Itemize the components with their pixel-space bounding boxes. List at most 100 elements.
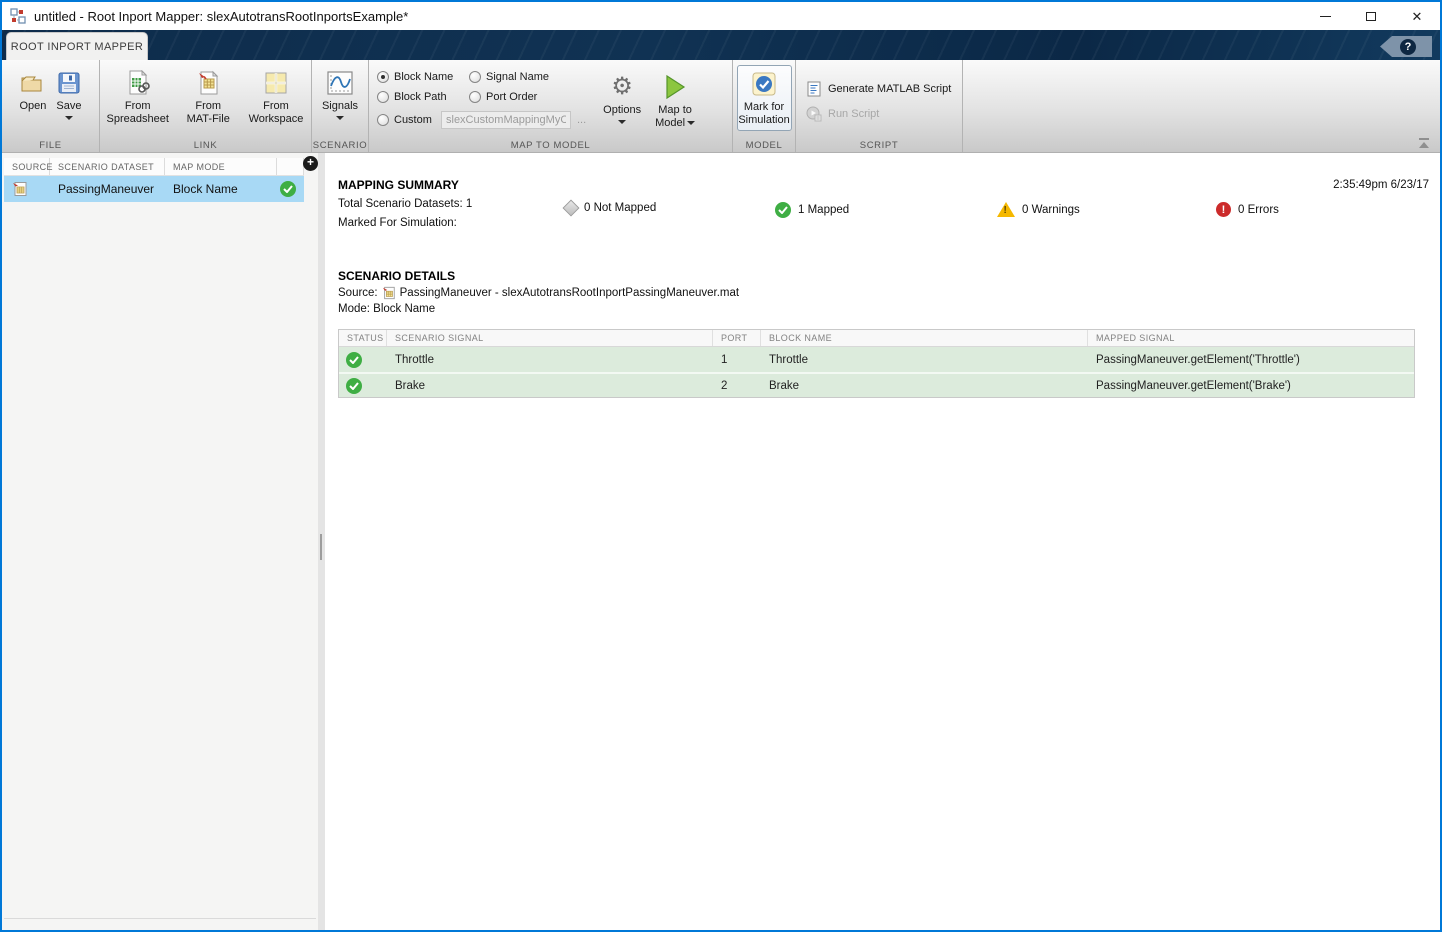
- error-circle-icon: !: [1216, 202, 1231, 217]
- mapped-check-icon: [775, 202, 791, 218]
- tab-root-inport-mapper[interactable]: ROOT INPORT MAPPER: [6, 32, 148, 60]
- run-script-button[interactable]: Run Script: [806, 106, 951, 122]
- mapped-count: 1 Mapped: [798, 204, 850, 216]
- splitter-handle: [320, 534, 322, 560]
- from-spreadsheet-label: From Spreadsheet: [106, 100, 169, 126]
- run-script-label: Run Script: [828, 108, 880, 120]
- ribbon-section-scenario: Signals SCENARIO: [311, 60, 368, 152]
- radio-signal-name[interactable]: Signal Name: [469, 71, 549, 83]
- row-mapped-cell: PassingManeuver.getElement('Brake'): [1096, 379, 1291, 392]
- generate-matlab-script-button[interactable]: Generate MATLAB Script: [806, 81, 951, 97]
- map-to-model-play-icon: [663, 73, 687, 101]
- source-label: Source:: [338, 287, 378, 299]
- section-label-script: SCRIPT: [859, 140, 899, 151]
- mat-file-icon: [196, 69, 220, 97]
- section-label-file: FILE: [39, 140, 62, 151]
- column-header-block-name[interactable]: BLOCK NAME: [761, 330, 1088, 346]
- row-status-cell: [339, 374, 387, 397]
- ribbon-section-file: Open Save FILE: [2, 60, 99, 152]
- maximize-icon: [1366, 11, 1376, 21]
- warnings-count: 0 Warnings: [1022, 203, 1080, 216]
- options-button[interactable]: ⚙ Options: [598, 69, 646, 125]
- from-workspace-label: From Workspace: [248, 100, 304, 126]
- radio-port-order-label: Port Order: [486, 91, 538, 103]
- summary-not-mapped: 0 Not Mapped: [562, 199, 656, 217]
- from-mat-file-button[interactable]: From MAT-File: [177, 65, 239, 126]
- row-status-cell: [339, 347, 387, 372]
- map-to-model-button[interactable]: Map to Model: [650, 69, 700, 130]
- panel-splitter[interactable]: [318, 153, 325, 930]
- scenario-row-passingmaneuver[interactable]: PassingManeuver Block Name: [4, 176, 304, 202]
- save-button[interactable]: Save: [51, 65, 86, 121]
- column-header-source[interactable]: SOURCE: [4, 158, 53, 175]
- collapse-ribbon-button[interactable]: [1417, 138, 1431, 148]
- row-port-cell: 2: [721, 379, 728, 392]
- window-title: untitled - Root Inport Mapper: slexAutot…: [34, 8, 409, 24]
- column-header-scenario-signal[interactable]: SCENARIO SIGNAL: [387, 330, 713, 346]
- save-dropdown-caret: [64, 116, 73, 121]
- signal-mapping-table: STATUS SCENARIO SIGNAL PORT BLOCK NAME M…: [338, 329, 1415, 398]
- column-header-status[interactable]: STATUS: [339, 330, 387, 346]
- spreadsheet-link-icon: [126, 69, 150, 97]
- options-label: Options: [603, 104, 642, 116]
- signals-button[interactable]: Signals: [317, 65, 363, 121]
- title-bar: untitled - Root Inport Mapper: slexAutot…: [2, 2, 1440, 30]
- radio-block-name[interactable]: Block Name: [377, 71, 469, 83]
- map-to-model-label-line2: Model: [655, 117, 696, 130]
- marked-for-simulation-text: Marked For Simulation:: [338, 217, 457, 229]
- signal-row-throttle[interactable]: Throttle 1 Throttle PassingManeuver.getE…: [339, 347, 1414, 372]
- custom-mapping-input[interactable]: [441, 111, 571, 129]
- maximize-button[interactable]: [1348, 2, 1394, 30]
- help-button[interactable]: ?: [1380, 36, 1432, 57]
- radio-block-path-label: Block Path: [394, 91, 447, 103]
- close-button[interactable]: ✕: [1394, 2, 1440, 30]
- scenario-table-header: SOURCE SCENARIO DATASET MAP MODE: [4, 158, 304, 176]
- ribbon-section-script: Generate MATLAB Script Run Script SCRIPT: [795, 60, 962, 152]
- mapped-check-icon: [346, 377, 362, 394]
- radio-icon: [469, 71, 481, 83]
- row-port-cell: 1: [721, 353, 728, 366]
- not-mapped-diamond-icon: [562, 199, 580, 217]
- app-window: untitled - Root Inport Mapper: slexAutot…: [0, 0, 1442, 932]
- open-button[interactable]: Open: [15, 65, 52, 120]
- close-icon: ✕: [1411, 8, 1423, 24]
- errors-count: 0 Errors: [1238, 203, 1279, 216]
- radio-block-name-label: Block Name: [394, 71, 454, 83]
- signals-icon: [327, 69, 353, 97]
- browse-ellipsis-button[interactable]: ...: [577, 114, 586, 126]
- radio-custom[interactable]: Custom: [377, 114, 441, 126]
- scenario-source-cell: [4, 176, 50, 202]
- ribbon-filler: [962, 60, 1440, 152]
- radio-signal-name-label: Signal Name: [486, 71, 549, 83]
- from-spreadsheet-button[interactable]: From Spreadsheet: [100, 65, 175, 126]
- section-label-model: MODEL: [745, 140, 783, 151]
- mark-for-simulation-toggle[interactable]: Mark for Simulation: [736, 65, 792, 132]
- minimize-button[interactable]: [1302, 2, 1348, 30]
- column-header-scenario-dataset[interactable]: SCENARIO DATASET: [50, 158, 165, 175]
- section-label-link: LINK: [193, 140, 218, 151]
- total-datasets-text: Total Scenario Datasets: 1: [338, 198, 473, 210]
- signal-row-brake[interactable]: Brake 2 Brake PassingManeuver.getElement…: [339, 372, 1414, 397]
- radio-block-path[interactable]: Block Path: [377, 91, 469, 103]
- add-scenario-button[interactable]: +: [303, 156, 318, 171]
- column-header-map-mode[interactable]: MAP MODE: [165, 158, 277, 175]
- ribbon: Open Save FILE From Spreadsheet From MAT…: [2, 60, 1440, 153]
- from-workspace-button[interactable]: From Workspace: [241, 65, 311, 126]
- column-header-mapped-signal[interactable]: MAPPED SIGNAL: [1088, 330, 1414, 346]
- radio-port-order[interactable]: Port Order: [469, 91, 537, 103]
- collapse-ribbon-icon: [1419, 138, 1429, 140]
- summary-errors: ! 0 Errors: [1216, 202, 1279, 217]
- scenario-details-mode: Mode: Block Name: [338, 303, 436, 315]
- source-value: PassingManeuver - slexAutotransRootInpor…: [399, 287, 740, 299]
- summary-timestamp: 2:35:49pm 6/23/17: [1333, 179, 1429, 191]
- scenario-map-mode-cell: Block Name: [173, 182, 238, 196]
- workspace-grid-icon: [264, 69, 288, 97]
- mat-file-small-icon: [382, 286, 395, 300]
- radio-icon: [377, 114, 389, 126]
- row-signal-cell: Throttle: [395, 353, 434, 366]
- radio-custom-label: Custom: [394, 114, 432, 126]
- section-label-scenario: SCENARIO: [312, 140, 368, 151]
- signal-table-header: STATUS SCENARIO SIGNAL PORT BLOCK NAME M…: [339, 330, 1414, 347]
- column-header-port[interactable]: PORT: [713, 330, 761, 346]
- mapping-summary-title: MAPPING SUMMARY: [338, 178, 459, 192]
